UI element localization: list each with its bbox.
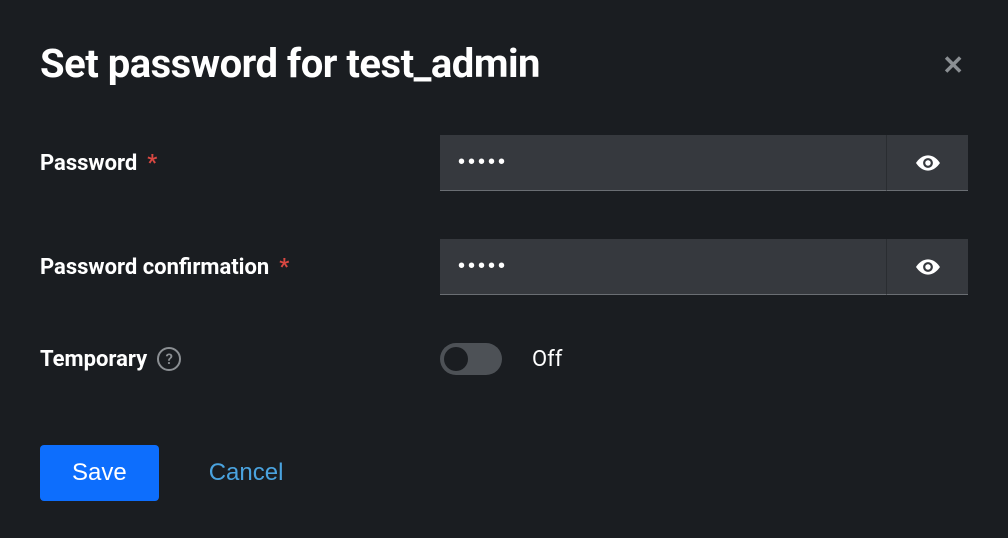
modal-header: Set password for test_admin ✕ — [40, 40, 968, 87]
password-label-wrap: Password * — [40, 151, 440, 176]
password-confirm-row: Password confirmation * — [40, 239, 968, 295]
temporary-state-label: Off — [532, 347, 562, 372]
cancel-button[interactable]: Cancel — [209, 459, 284, 487]
close-button[interactable]: ✕ — [938, 48, 968, 82]
password-confirm-input-group — [440, 239, 968, 295]
toggle-confirm-visibility-button[interactable] — [886, 239, 968, 295]
modal-title: Set password for test_admin — [40, 40, 540, 87]
save-button[interactable]: Save — [40, 445, 159, 501]
button-row: Save Cancel — [40, 445, 968, 501]
eye-icon — [915, 150, 941, 176]
required-indicator: * — [147, 151, 157, 176]
password-input[interactable] — [440, 135, 886, 191]
toggle-knob — [444, 347, 468, 371]
temporary-toggle[interactable] — [440, 343, 502, 375]
password-input-group — [440, 135, 968, 191]
set-password-modal: Set password for test_admin ✕ Password *… — [0, 0, 1008, 538]
required-indicator: * — [279, 255, 289, 280]
temporary-row: Temporary ? Off — [40, 343, 968, 375]
close-icon: ✕ — [942, 50, 964, 80]
temporary-toggle-wrap: Off — [440, 343, 562, 375]
password-confirm-label-wrap: Password confirmation * — [40, 255, 440, 280]
temporary-label-wrap: Temporary ? — [40, 347, 440, 372]
help-icon[interactable]: ? — [157, 347, 181, 371]
password-label: Password — [40, 151, 137, 176]
temporary-label: Temporary — [40, 347, 147, 372]
password-confirm-label: Password confirmation — [40, 255, 269, 280]
eye-icon — [915, 254, 941, 280]
toggle-password-visibility-button[interactable] — [886, 135, 968, 191]
password-row: Password * — [40, 135, 968, 191]
password-confirm-input[interactable] — [440, 239, 886, 295]
